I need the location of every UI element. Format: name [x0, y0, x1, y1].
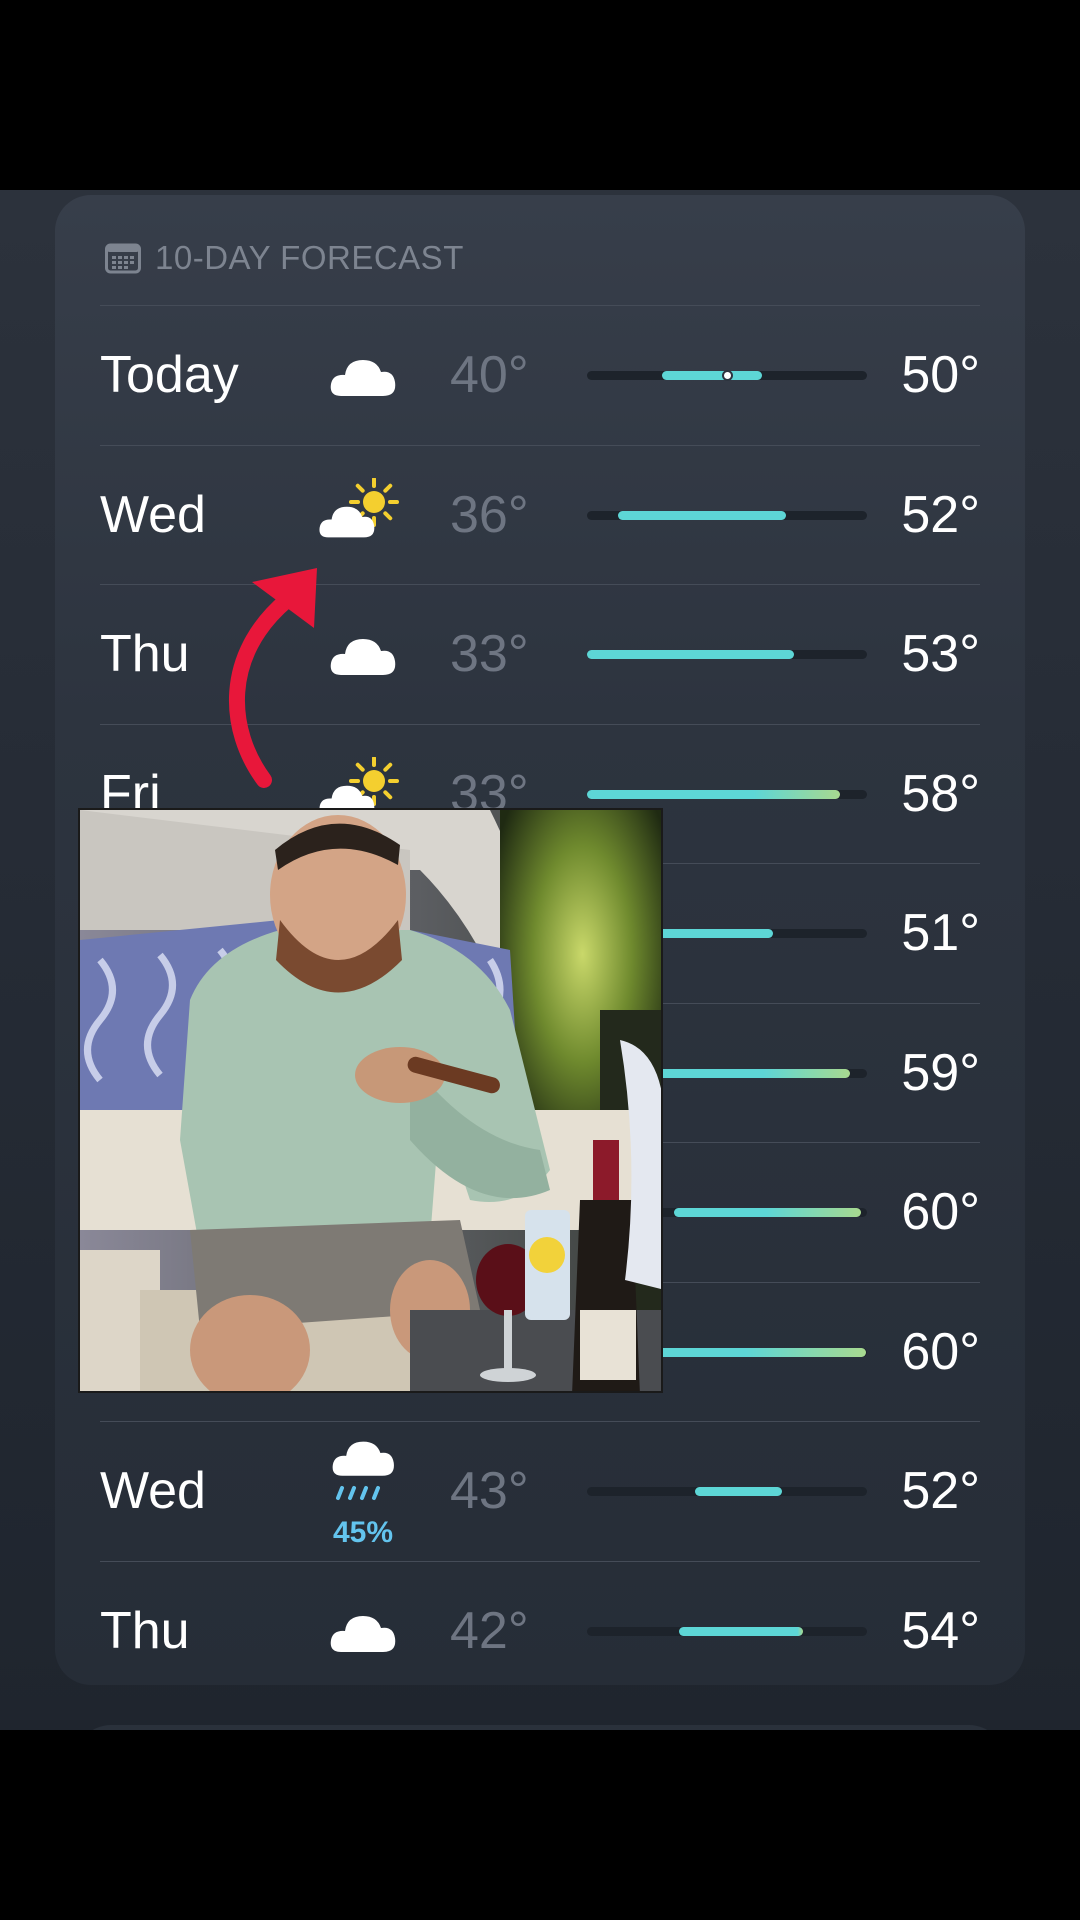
temp-range-bar: [587, 650, 867, 659]
cloud-icon: [318, 1594, 408, 1672]
forecast-row[interactable]: Thu 42° 54°: [100, 1560, 980, 1701]
card-title: 10-DAY FORECAST: [155, 239, 464, 276]
low-temp: 43°: [450, 1462, 529, 1520]
temp-range-bar: [587, 1487, 867, 1496]
temp-range-bar: [587, 370, 867, 381]
low-temp: 33°: [450, 625, 529, 683]
card-header: 10-DAY FORECAST: [105, 233, 464, 283]
red-curved-arrow-icon: [228, 568, 317, 788]
rain-icon: 45%: [318, 1440, 408, 1549]
photo-man-with-cigar: [78, 808, 663, 1393]
temp-range-fill: [643, 1068, 851, 1078]
high-temp: 58°: [901, 764, 980, 823]
high-temp: 53°: [901, 625, 980, 683]
current-temp-dot: [721, 370, 733, 381]
temp-range-bar: [587, 1626, 867, 1636]
low-temp: 42°: [450, 1601, 529, 1660]
high-temp: 52°: [901, 485, 980, 544]
day-label: Thu: [100, 1601, 190, 1660]
temp-range-fill: [679, 1626, 803, 1636]
forecast-row[interactable]: Wed 45% 43° 52°: [100, 1421, 980, 1561]
high-temp: 60°: [901, 1322, 980, 1381]
day-label: Today: [100, 346, 239, 404]
temp-range-bar: [587, 789, 867, 799]
high-temp: 50°: [901, 346, 980, 404]
precip-chance: 45%: [332, 1516, 394, 1549]
next-card-edge: [75, 1725, 1005, 1730]
high-temp: 51°: [901, 904, 980, 962]
temp-range-bar: [587, 510, 867, 520]
cloud-icon: [318, 338, 408, 416]
temp-range-fill: [587, 789, 841, 799]
temp-range-fill: [673, 1208, 862, 1217]
high-temp: 59°: [901, 1043, 980, 1102]
day-label: Wed: [100, 1462, 206, 1520]
temp-range-fill: [662, 371, 762, 380]
day-label: Wed: [100, 485, 206, 544]
low-temp: 36°: [450, 485, 529, 544]
temp-range-fill: [587, 650, 795, 659]
temp-range-fill: [643, 1347, 866, 1357]
temp-range-fill: [694, 1487, 782, 1496]
calendar-icon: [105, 243, 141, 274]
high-temp: 52°: [901, 1462, 980, 1520]
partly-sunny-icon: [318, 477, 408, 556]
temp-range-fill: [617, 510, 786, 520]
forecast-row[interactable]: Today 40° 50°: [100, 305, 980, 445]
high-temp: 54°: [901, 1601, 980, 1660]
high-temp: 60°: [901, 1183, 980, 1241]
screen: 10-DAY FORECAST Today 40° 50° Wed 36° 52° Thu 3…: [0, 0, 1080, 1920]
low-temp: 40°: [450, 346, 529, 404]
day-label: Thu: [100, 625, 190, 683]
